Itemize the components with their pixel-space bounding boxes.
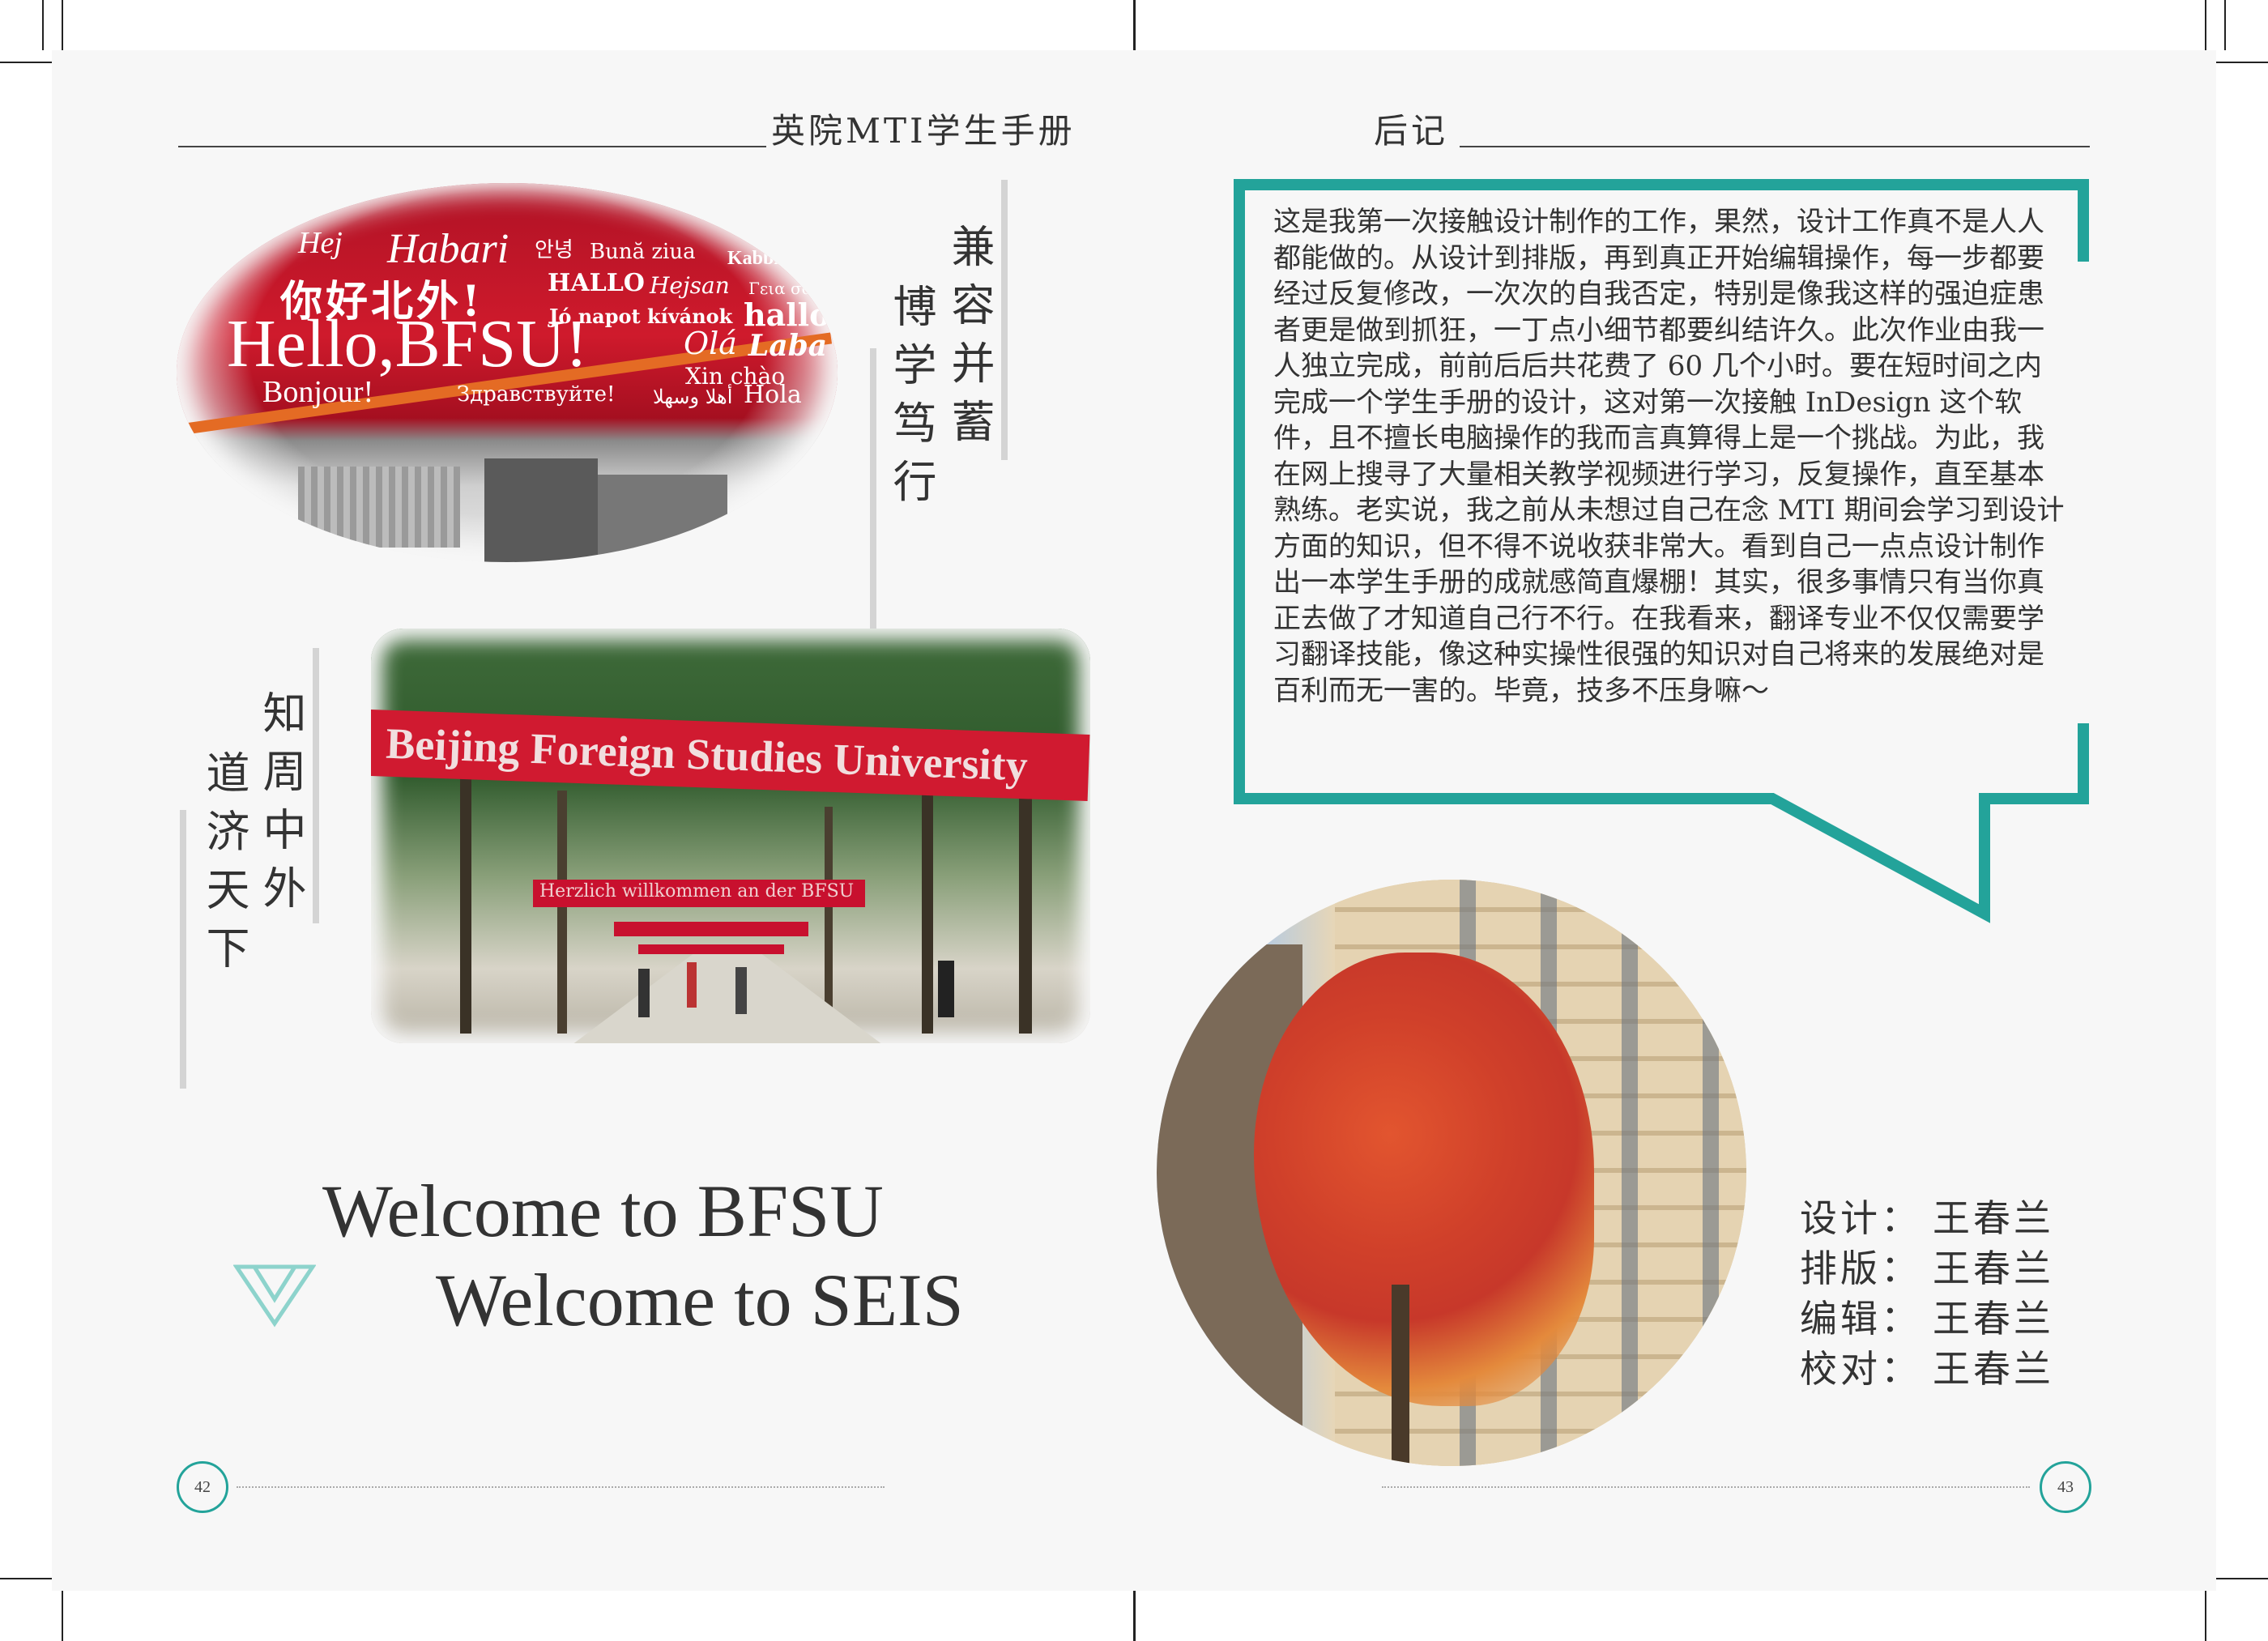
welcome-line-2: Welcome to SEIS [436, 1259, 964, 1341]
building-shape [598, 475, 727, 562]
greeting-text: Γεια σας [748, 279, 822, 298]
right-page-header: 后记 [1374, 111, 1449, 151]
motto-column: 知周中外 [255, 690, 306, 923]
left-page-header: 英院MTI学生手册 [771, 111, 1076, 151]
credit-name: 王春兰 [1933, 1247, 2054, 1290]
credit-role: 校对： [1800, 1347, 1921, 1391]
building-shape [298, 467, 460, 548]
page-number-left: 42 [177, 1461, 228, 1513]
crop-mark [2224, 0, 2226, 50]
small-banner: Herzlich willkommen an der BFSU [533, 880, 865, 907]
motto-bar [1001, 180, 1008, 460]
crop-mark [1133, 1588, 1136, 1641]
double-triangle-icon [233, 1264, 316, 1328]
tree-trunk [1392, 1285, 1409, 1466]
credit-design: 设计： 王春兰 [1800, 1189, 2054, 1242]
tree-trunk [922, 774, 933, 1034]
main-banner: Beijing Foreign Studies University [371, 710, 1090, 801]
greeting-text: Habari [387, 226, 509, 272]
greeting-text: halló [744, 296, 830, 333]
pedestrian [687, 962, 697, 1008]
greeting-text: 안녕 [535, 238, 573, 262]
main-banner-text: Beijing Foreign Studies University [385, 718, 1029, 791]
greeting-text: Hej [298, 226, 343, 260]
greeting-text: Bună ziua [590, 240, 696, 264]
greeting-text: HALLO [548, 269, 645, 297]
greeting-text: Olá [684, 326, 737, 361]
motto-column: 博学笃行 [885, 283, 936, 517]
credit-proofreading: 校对： 王春兰 [1800, 1340, 2054, 1393]
tree-trunk [460, 758, 471, 1034]
crop-mark [42, 0, 44, 50]
motto-column: 兼容并蓄 [944, 224, 995, 457]
tree-trunk [825, 807, 833, 1034]
greeting-text: Bonjour! [262, 375, 374, 409]
greeting-text: أهلا وسهلا [653, 386, 733, 408]
credit-role: 编辑： [1800, 1297, 1921, 1341]
campus-banner-photo: Beijing Foreign Studies University Herzl… [371, 629, 1090, 1043]
page-number-right: 43 [2040, 1461, 2091, 1513]
building-shape [484, 458, 598, 562]
motto-column: 道济天下 [198, 750, 249, 983]
pedestrian [938, 961, 954, 1017]
pedestrian [735, 967, 747, 1014]
crop-mark [1133, 0, 1136, 52]
greeting-text: Hejsan [650, 272, 730, 299]
credit-name: 王春兰 [1933, 1196, 2054, 1240]
motto-bar [870, 348, 876, 629]
pedestrian [638, 969, 650, 1017]
walkway [565, 953, 889, 1043]
small-banner [638, 944, 784, 954]
greeting-text: Здравствуйте! [457, 382, 616, 407]
header-rule-right [1460, 146, 2090, 147]
welcome-line-1: Welcome to BFSU [322, 1170, 884, 1252]
credit-role: 排版： [1800, 1247, 1921, 1290]
greeting-text: Kabbieh [727, 248, 799, 269]
credit-role: 设计： [1800, 1196, 1921, 1240]
small-banner-text: Herzlich willkommen an der BFSU [539, 881, 855, 901]
afterword-text: 这是我第一次接触设计制作的工作，果然，设计工作真不是人人都能做的。从设计到排版，… [1273, 206, 2065, 707]
footer-dotline-left [237, 1486, 885, 1488]
motto-bar [180, 810, 186, 1089]
motto-bar [313, 648, 319, 923]
header-rule-left [178, 146, 766, 147]
tree-canopy [1254, 953, 1594, 1406]
footer-dotline-right [1382, 1486, 2030, 1488]
autumn-tree-photo [1157, 880, 1746, 1466]
credit-name: 王春兰 [1933, 1347, 2054, 1391]
greetings-sign-photo: Hej Habari 안녕 Bună ziua Kabbieh 你好北外! HA… [177, 183, 838, 562]
credit-layout: 排版： 王春兰 [1800, 1239, 2054, 1293]
greeting-text: Hello,BFSU! [227, 306, 588, 381]
tree-trunk [557, 791, 567, 1034]
greeting-text: Hola [744, 381, 802, 409]
credit-name: 王春兰 [1933, 1297, 2054, 1341]
small-banner [614, 922, 808, 936]
greeting-text: Laba [748, 329, 828, 363]
credit-editing: 编辑： 王春兰 [1800, 1289, 2054, 1343]
